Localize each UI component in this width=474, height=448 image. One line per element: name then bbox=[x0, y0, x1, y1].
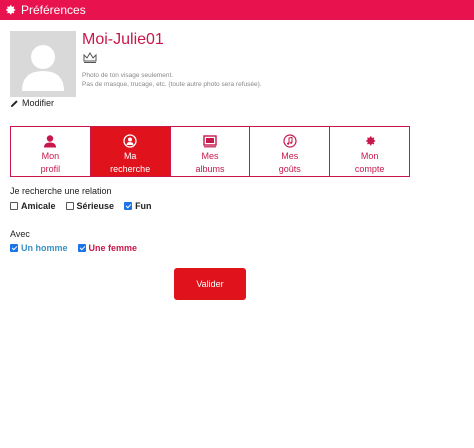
tab-label-line-1: Mes bbox=[281, 151, 299, 161]
relation-label: Je recherche une relation bbox=[10, 186, 112, 196]
pencil-icon bbox=[10, 99, 18, 107]
relation-options: Amicale Sérieuse Fun bbox=[10, 201, 152, 211]
tab-bar: Mon profil Ma recherche Mes albums Mes g… bbox=[10, 126, 410, 177]
search-user-icon bbox=[123, 134, 137, 148]
page-title: Préférences bbox=[21, 3, 86, 17]
avatar[interactable] bbox=[10, 31, 76, 97]
music-icon bbox=[283, 134, 297, 148]
checkbox-label: Sérieuse bbox=[76, 201, 115, 211]
album-icon bbox=[203, 135, 217, 148]
checkbox-box[interactable] bbox=[77, 244, 86, 252]
checkbox-fun[interactable]: Fun bbox=[124, 201, 152, 211]
username: Moi-Julie01 bbox=[82, 31, 164, 48]
tab-label-line-2: recherche bbox=[110, 164, 151, 174]
checkbox-un-homme[interactable]: Un homme bbox=[10, 243, 68, 253]
tab-label-line-2: compte bbox=[354, 164, 385, 174]
header-bar: Préférences bbox=[0, 0, 474, 20]
with-options: Un homme Une femme bbox=[10, 243, 137, 253]
validate-button[interactable]: Valider bbox=[174, 268, 246, 300]
tab-label-line-2: goûts bbox=[278, 164, 301, 174]
tab-label-line-2: profil bbox=[40, 164, 61, 174]
tab-ma-recherche[interactable]: Ma recherche bbox=[90, 127, 171, 176]
photo-hint-line-2: Pas de masque, trucage, etc. (toute autr… bbox=[82, 81, 262, 88]
checkbox-une-femme[interactable]: Une femme bbox=[77, 243, 138, 253]
modify-label: Modifier bbox=[22, 98, 55, 108]
checkbox-label: Un homme bbox=[21, 243, 68, 253]
gear-icon bbox=[365, 136, 375, 146]
modify-photo-link[interactable]: Modifier bbox=[10, 98, 54, 108]
tab-label-line-1: Mon bbox=[41, 151, 60, 161]
tab-label-line-1: Ma bbox=[123, 151, 137, 161]
checkbox-box[interactable] bbox=[65, 202, 74, 210]
tab-label-line-1: Mon bbox=[360, 151, 379, 161]
checkbox-box[interactable] bbox=[10, 244, 18, 252]
checkbox-amicale[interactable]: Amicale bbox=[10, 201, 56, 211]
checkbox-box[interactable] bbox=[124, 202, 133, 210]
photo-hint-line-1: Photo de ton visage seulement. bbox=[82, 72, 174, 79]
crown-icon bbox=[83, 52, 97, 63]
tab-mes-albums[interactable]: Mes albums bbox=[171, 127, 251, 176]
tab-label-line-1: Mes bbox=[201, 151, 219, 161]
tab-mon-compte[interactable]: Mon compte bbox=[330, 127, 409, 176]
gear-icon bbox=[6, 5, 16, 15]
tab-mon-profil[interactable]: Mon profil bbox=[11, 127, 91, 176]
tab-mes-gouts[interactable]: Mes goûts bbox=[250, 127, 331, 176]
checkbox-box[interactable] bbox=[10, 202, 18, 210]
photo-hint: Photo de ton visage seulement. Pas de ma… bbox=[82, 71, 262, 89]
with-label: Avec bbox=[10, 229, 30, 239]
checkbox-label: Fun bbox=[135, 201, 152, 211]
checkbox-label: Une femme bbox=[88, 243, 138, 253]
checkbox-label: Amicale bbox=[21, 201, 56, 211]
tab-label-line-2: albums bbox=[195, 164, 225, 174]
checkbox-serieuse[interactable]: Sérieuse bbox=[65, 201, 115, 211]
user-icon bbox=[44, 135, 57, 148]
user-silhouette-icon bbox=[22, 45, 64, 91]
